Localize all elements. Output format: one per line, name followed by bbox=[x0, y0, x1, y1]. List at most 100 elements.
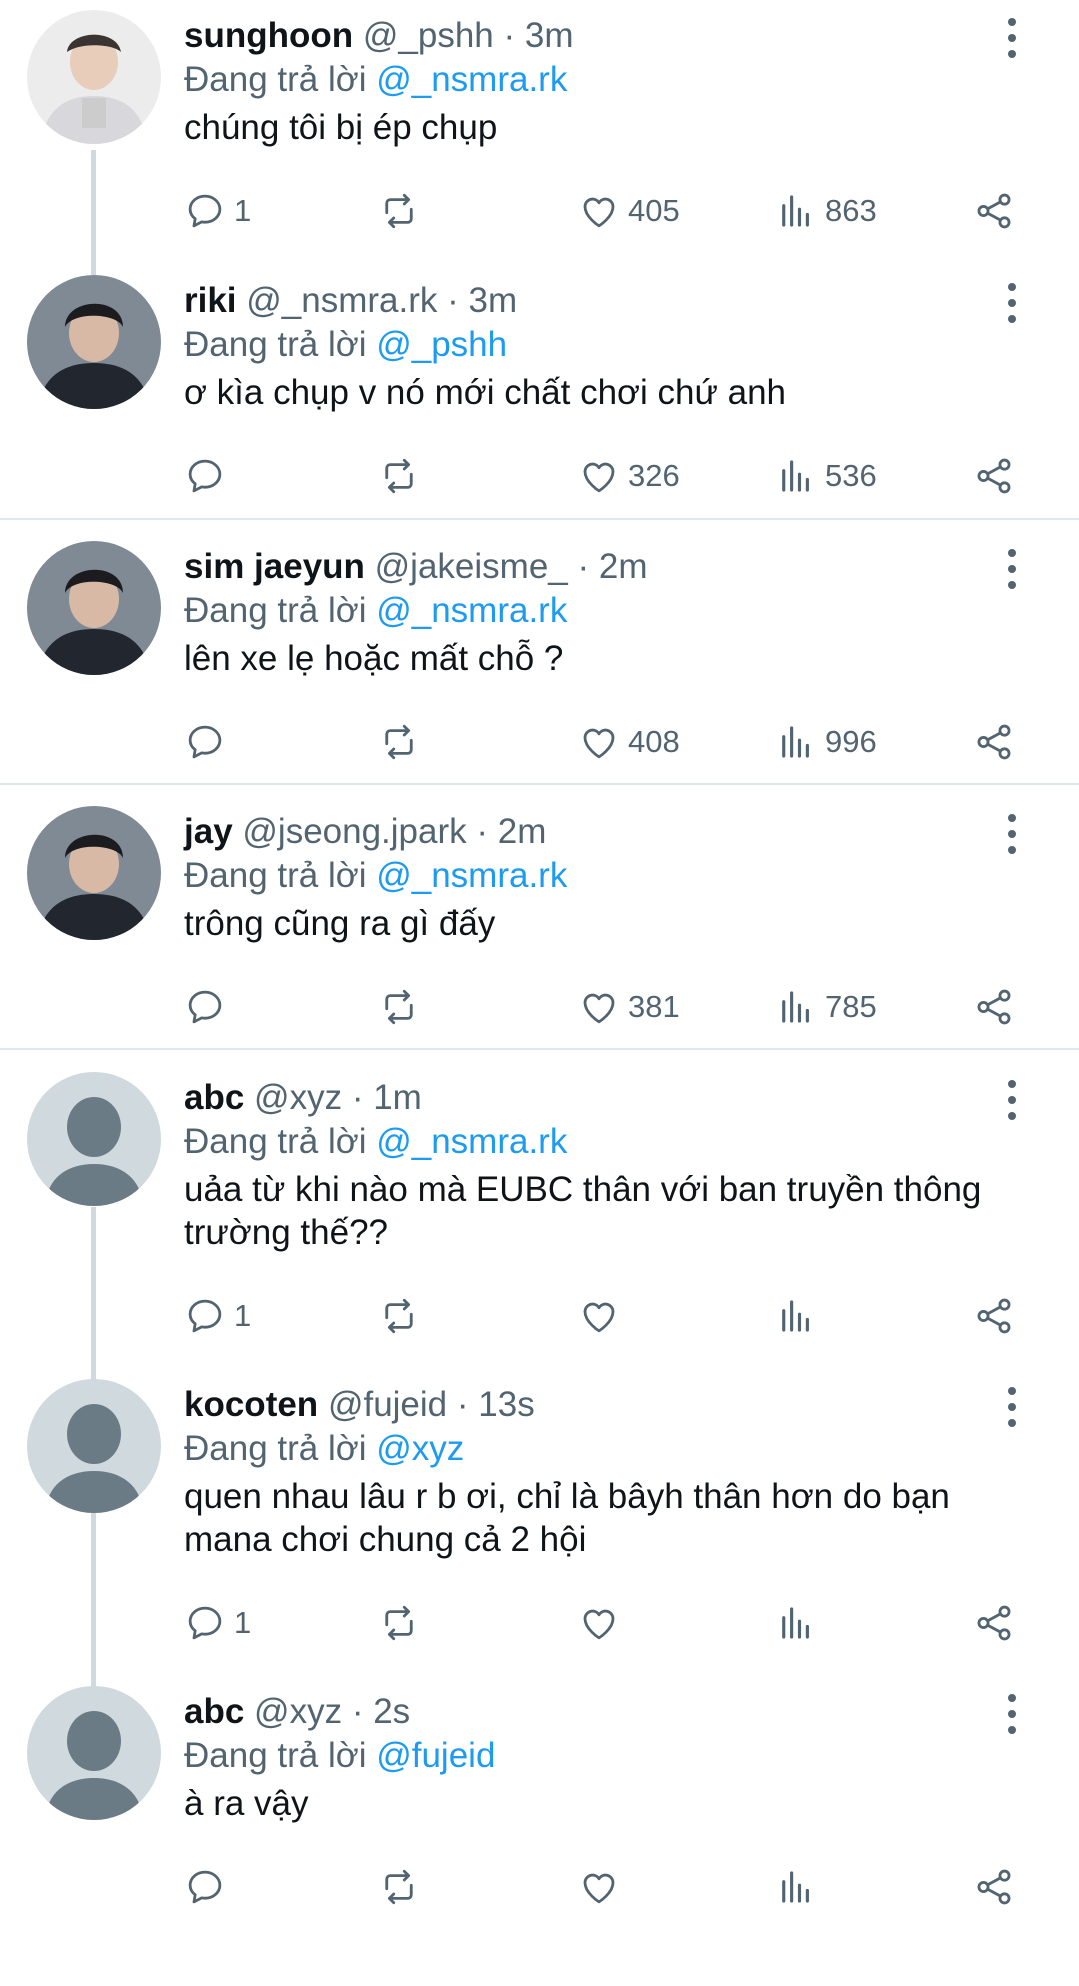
retweet-button[interactable] bbox=[378, 1862, 428, 1912]
tweet[interactable]: riki @_nsmra.rk · 3m Đang trả lời @_pshh… bbox=[0, 275, 1079, 575]
display-name[interactable]: riki bbox=[184, 281, 237, 320]
more-options-icon[interactable] bbox=[1006, 1694, 1018, 1734]
display-name[interactable]: abc bbox=[184, 1692, 244, 1731]
display-name[interactable]: jay bbox=[184, 812, 233, 851]
share-button[interactable] bbox=[973, 451, 1015, 501]
retweet-button[interactable] bbox=[378, 186, 428, 236]
views-button[interactable]: 785 bbox=[775, 982, 877, 1032]
analytics-icon bbox=[782, 991, 809, 1023]
retweet-icon bbox=[385, 1298, 413, 1334]
retweet-button[interactable] bbox=[378, 982, 428, 1032]
views-button[interactable] bbox=[775, 1598, 825, 1648]
timestamp[interactable]: 13s bbox=[478, 1385, 534, 1424]
reply-button[interactable] bbox=[184, 1862, 234, 1912]
more-options-icon[interactable] bbox=[1006, 283, 1018, 323]
reply-button[interactable]: 1 bbox=[184, 186, 251, 236]
timestamp[interactable]: 2m bbox=[599, 547, 648, 586]
reply-mention-link[interactable]: @_pshh bbox=[376, 325, 507, 364]
timestamp[interactable]: 2m bbox=[498, 812, 547, 851]
tweet-actions: 1 405 863 bbox=[0, 186, 1079, 236]
reply-button[interactable]: 1 bbox=[184, 1291, 251, 1341]
timestamp[interactable]: 1m bbox=[373, 1078, 422, 1117]
reply-to-label: Đang trả lời bbox=[184, 60, 367, 99]
user-handle[interactable]: @fujeid bbox=[328, 1385, 447, 1424]
avatar[interactable] bbox=[27, 806, 161, 940]
heart-icon bbox=[583, 1609, 615, 1640]
avatar[interactable] bbox=[27, 1072, 161, 1206]
separator-dot: · bbox=[447, 281, 469, 320]
more-options-icon[interactable] bbox=[1006, 1387, 1018, 1427]
reply-button[interactable]: 1 bbox=[184, 1598, 251, 1648]
tweet[interactable]: abc @xyz · 1m Đang trả lời @_nsmra.rk uả… bbox=[0, 1072, 1079, 1372]
avatar[interactable] bbox=[27, 1379, 161, 1513]
more-options-icon[interactable] bbox=[1006, 814, 1018, 854]
avatar[interactable] bbox=[27, 1686, 161, 1820]
share-icon bbox=[977, 989, 1011, 1025]
user-handle[interactable]: @_pshh bbox=[363, 16, 494, 55]
display-name[interactable]: sim jaeyun bbox=[184, 547, 365, 586]
share-button[interactable] bbox=[973, 717, 1015, 767]
retweet-button[interactable] bbox=[378, 1598, 428, 1648]
default-avatar-icon bbox=[27, 1379, 161, 1513]
display-name[interactable]: sunghoon bbox=[184, 16, 353, 55]
avatar[interactable] bbox=[27, 275, 161, 409]
views-button[interactable]: 863 bbox=[775, 186, 877, 236]
like-button[interactable] bbox=[578, 1862, 628, 1912]
reply-icon bbox=[188, 1606, 222, 1640]
user-handle[interactable]: @jseong.jpark bbox=[242, 812, 466, 851]
timestamp[interactable]: 2s bbox=[373, 1692, 410, 1731]
share-button[interactable] bbox=[973, 982, 1015, 1032]
user-handle[interactable]: @xyz bbox=[254, 1692, 342, 1731]
profile-photo-icon bbox=[27, 806, 161, 940]
more-options-icon[interactable] bbox=[1006, 18, 1018, 58]
tweet-header: sim jaeyun @jakeisme_ · 2m bbox=[184, 545, 648, 589]
like-button[interactable]: 408 bbox=[578, 717, 680, 767]
reply-button[interactable] bbox=[184, 717, 234, 767]
reply-mention-link[interactable]: @fujeid bbox=[376, 1736, 495, 1775]
tweet[interactable]: abc @xyz · 2s Đang trả lời @fujeid à ra … bbox=[0, 1686, 1079, 1986]
like-button[interactable]: 381 bbox=[578, 982, 680, 1032]
heart-icon bbox=[583, 1302, 615, 1333]
more-options-icon[interactable] bbox=[1006, 1080, 1018, 1120]
share-button[interactable] bbox=[973, 1862, 1015, 1912]
like-button[interactable]: 405 bbox=[578, 186, 680, 236]
tweet[interactable]: jay @jseong.jpark · 2m Đang trả lời @_ns… bbox=[0, 806, 1079, 1106]
user-handle[interactable]: @jakeisme_ bbox=[375, 547, 568, 586]
tweet[interactable]: kocoten @fujeid · 13s Đang trả lời @xyz … bbox=[0, 1379, 1079, 1679]
user-handle[interactable]: @xyz bbox=[254, 1078, 342, 1117]
retweet-button[interactable] bbox=[378, 717, 428, 767]
timestamp[interactable]: 3m bbox=[469, 281, 518, 320]
profile-photo-icon bbox=[27, 275, 161, 409]
views-button[interactable] bbox=[775, 1291, 825, 1341]
like-button[interactable]: 326 bbox=[578, 451, 680, 501]
reply-mention-link[interactable]: @_nsmra.rk bbox=[376, 856, 567, 895]
tweet[interactable]: sim jaeyun @jakeisme_ · 2m Đang trả lời … bbox=[0, 541, 1079, 841]
reply-mention-link[interactable]: @_nsmra.rk bbox=[376, 1122, 567, 1161]
like-button[interactable] bbox=[578, 1291, 628, 1341]
tweet[interactable]: sunghoon @_pshh · 3m Đang trả lời @_nsmr… bbox=[0, 10, 1079, 310]
share-button[interactable] bbox=[973, 186, 1015, 236]
avatar[interactable] bbox=[27, 10, 161, 144]
reply-context: Đang trả lời @_nsmra.rk bbox=[184, 589, 567, 633]
avatar[interactable] bbox=[27, 541, 161, 675]
retweet-button[interactable] bbox=[378, 1291, 428, 1341]
retweet-button[interactable] bbox=[378, 451, 428, 501]
more-options-icon[interactable] bbox=[1006, 549, 1018, 589]
heart-icon bbox=[583, 728, 615, 759]
reply-button[interactable] bbox=[184, 451, 234, 501]
reply-mention-link[interactable]: @_nsmra.rk bbox=[376, 60, 567, 99]
display-name[interactable]: abc bbox=[184, 1078, 244, 1117]
user-handle[interactable]: @_nsmra.rk bbox=[246, 281, 437, 320]
display-name[interactable]: kocoten bbox=[184, 1385, 318, 1424]
timestamp[interactable]: 3m bbox=[525, 16, 574, 55]
share-button[interactable] bbox=[973, 1598, 1015, 1648]
retweet-icon bbox=[385, 458, 413, 494]
share-button[interactable] bbox=[973, 1291, 1015, 1341]
views-button[interactable]: 536 bbox=[775, 451, 877, 501]
reply-mention-link[interactable]: @xyz bbox=[376, 1429, 464, 1468]
reply-mention-link[interactable]: @_nsmra.rk bbox=[376, 591, 567, 630]
views-button[interactable] bbox=[775, 1862, 825, 1912]
like-button[interactable] bbox=[578, 1598, 628, 1648]
views-button[interactable]: 996 bbox=[775, 717, 877, 767]
reply-button[interactable] bbox=[184, 982, 234, 1032]
